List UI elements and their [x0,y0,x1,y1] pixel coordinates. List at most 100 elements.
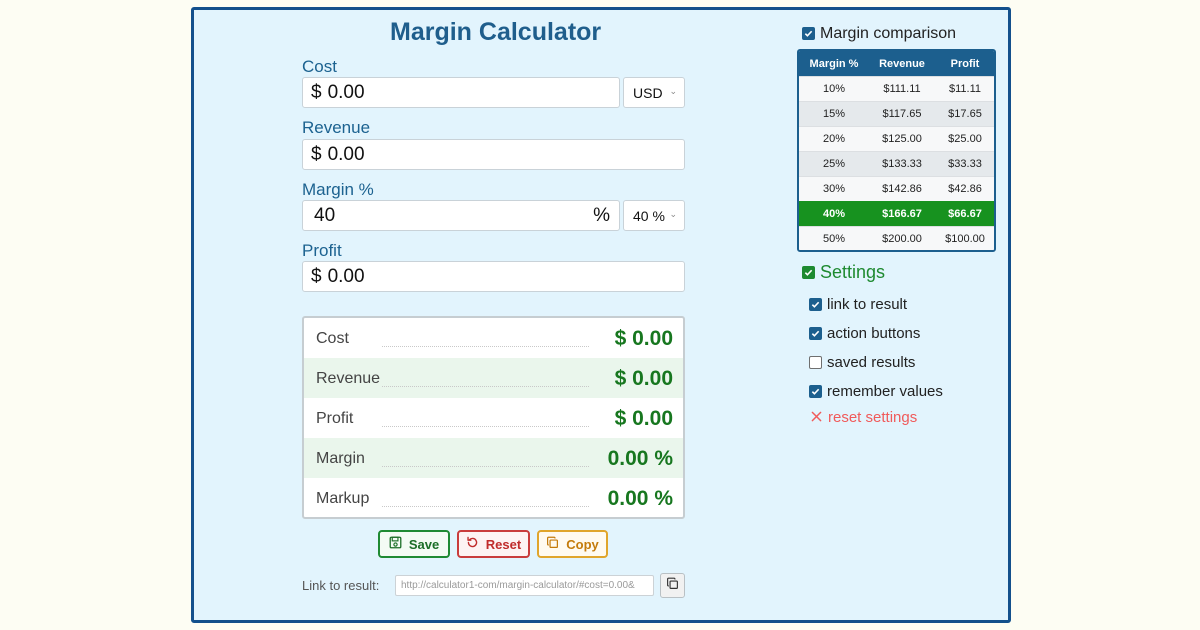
cell-margin: 10% [822,83,846,95]
table-header: Margin % Revenue Profit [799,51,994,76]
dotted-leader [382,346,589,347]
reset-settings-link[interactable]: reset settings [811,409,917,426]
page-title: Margin Calculator [390,18,602,46]
table-row[interactable]: 15% $117.65 $17.65 [799,101,994,126]
cost-value: 0.00 [327,81,365,103]
checkmark-icon [811,301,820,308]
result-label: Cost [316,330,349,347]
header-profit: Profit [950,58,980,70]
header-margin: Margin % [809,58,859,70]
revenue-value: 0.00 [327,143,365,165]
table-row[interactable]: 50% $200.00 $100.00 [799,226,994,250]
setting-option-label: action buttons [827,325,921,342]
cell-margin: 25% [822,158,846,170]
checkmark-icon [804,269,813,276]
result-label: Revenue [316,370,381,387]
cell-revenue: $142.86 [882,183,922,195]
cell-profit: $25.00 [948,133,982,145]
cell-revenue: $117.65 [882,108,922,120]
link-to-result-label: Link to result: [302,578,380,593]
table-row[interactable]: 25% $133.33 $33.33 [799,151,994,176]
result-value: 0.00 % [607,487,673,510]
table-row[interactable]: 30% $142.86 $42.86 [799,176,994,201]
setting-option-label: saved results [827,354,916,371]
margin-preset-selected: 40 % [633,207,665,224]
header-revenue: Revenue [879,58,925,70]
dotted-leader [382,466,589,467]
dotted-leader [382,506,589,507]
dotted-leader [382,386,589,387]
profit-input[interactable]: $ 0.00 [302,261,685,292]
save-button[interactable]: Save [378,530,450,558]
revenue-input[interactable]: $ 0.00 [302,139,685,170]
result-row-cost: Cost $ 0.00 [304,318,683,358]
currency-select[interactable]: USD ⌄ [623,77,685,108]
cost-input[interactable]: $ 0.00 [302,77,620,108]
dotted-leader [382,426,589,427]
cell-margin: 50% [822,233,846,245]
cell-margin: 20% [822,133,846,145]
profit-label: Profit [302,241,342,260]
saved-results-checkbox[interactable] [809,356,822,369]
settings-title: Settings [820,262,886,282]
result-value: 0.00 % [607,447,673,470]
reset-button[interactable]: Reset [457,530,530,558]
settings-checkbox[interactable] [802,266,815,279]
margin-input[interactable]: 40 % [302,200,620,231]
copy-icon [546,536,559,552]
result-row-revenue: Revenue $ 0.00 [304,358,683,398]
cost-currency-prefix: $ [311,81,322,103]
checkmark-icon [811,388,820,395]
setting-option-label: remember values [827,383,943,400]
checkmark-icon [804,30,813,37]
margin-value: 40 [314,204,336,226]
cell-profit: $66.67 [948,208,982,220]
cell-revenue: $166.67 [882,208,922,220]
cell-margin: 15% [822,108,846,120]
result-row-profit: Profit $ 0.00 [304,398,683,438]
result-value: $ 0.00 [614,367,673,390]
cell-profit: $42.86 [948,183,982,195]
result-label: Markup [316,490,370,507]
copy-icon [666,577,679,595]
remember-values-checkbox[interactable] [809,385,822,398]
revenue-label: Revenue [302,118,371,137]
checkmark-icon [811,330,820,337]
link-to-result-input[interactable]: http://calculator1-com/margin-calculator… [395,575,654,596]
table-row[interactable]: 20% $125.00 $25.00 [799,126,994,151]
cell-profit: $33.33 [948,158,982,170]
reset-settings-label: reset settings [828,409,918,426]
margin-comparison-table: Margin % Revenue Profit 10% $111.11 $11.… [797,49,996,252]
result-row-margin: Margin 0.00 % [304,438,683,478]
result-value: $ 0.00 [614,407,673,430]
results-panel: Cost $ 0.00 Revenue $ 0.00 Profit $ 0.00… [302,316,685,519]
save-icon [389,536,402,552]
reset-icon [466,536,479,552]
margin-comparison-checkbox[interactable] [802,27,815,40]
result-label: Margin [316,450,365,467]
save-button-label: Save [408,536,440,552]
link-to-result-checkbox[interactable] [809,298,822,311]
table-row-highlighted[interactable]: 40% $166.67 $66.67 [799,201,994,226]
reset-button-label: Reset [485,536,522,552]
cell-margin: 40% [822,208,846,220]
margin-preset-select[interactable]: 40 % ⌄ [623,200,685,231]
currency-selected: USD [633,84,663,101]
action-buttons-checkbox[interactable] [809,327,822,340]
copy-button[interactable]: Copy [537,530,608,558]
revenue-currency-prefix: $ [311,143,322,165]
copy-link-button[interactable] [660,573,685,598]
result-value: $ 0.00 [614,327,673,350]
margin-label: Margin % [302,180,374,199]
profit-value: 0.00 [327,265,365,287]
cell-revenue: $111.11 [883,83,921,95]
table-row[interactable]: 10% $111.11 $11.11 [799,76,994,101]
chevron-down-icon: ⌄ [669,209,677,219]
cell-revenue: $125.00 [882,133,922,145]
cost-label: Cost [302,57,337,76]
result-row-markup: Markup 0.00 % [304,478,683,517]
cell-profit: $100.00 [945,233,985,245]
chevron-down-icon: ⌄ [669,86,677,96]
cell-margin: 30% [822,183,846,195]
cell-revenue: $133.33 [882,158,922,170]
